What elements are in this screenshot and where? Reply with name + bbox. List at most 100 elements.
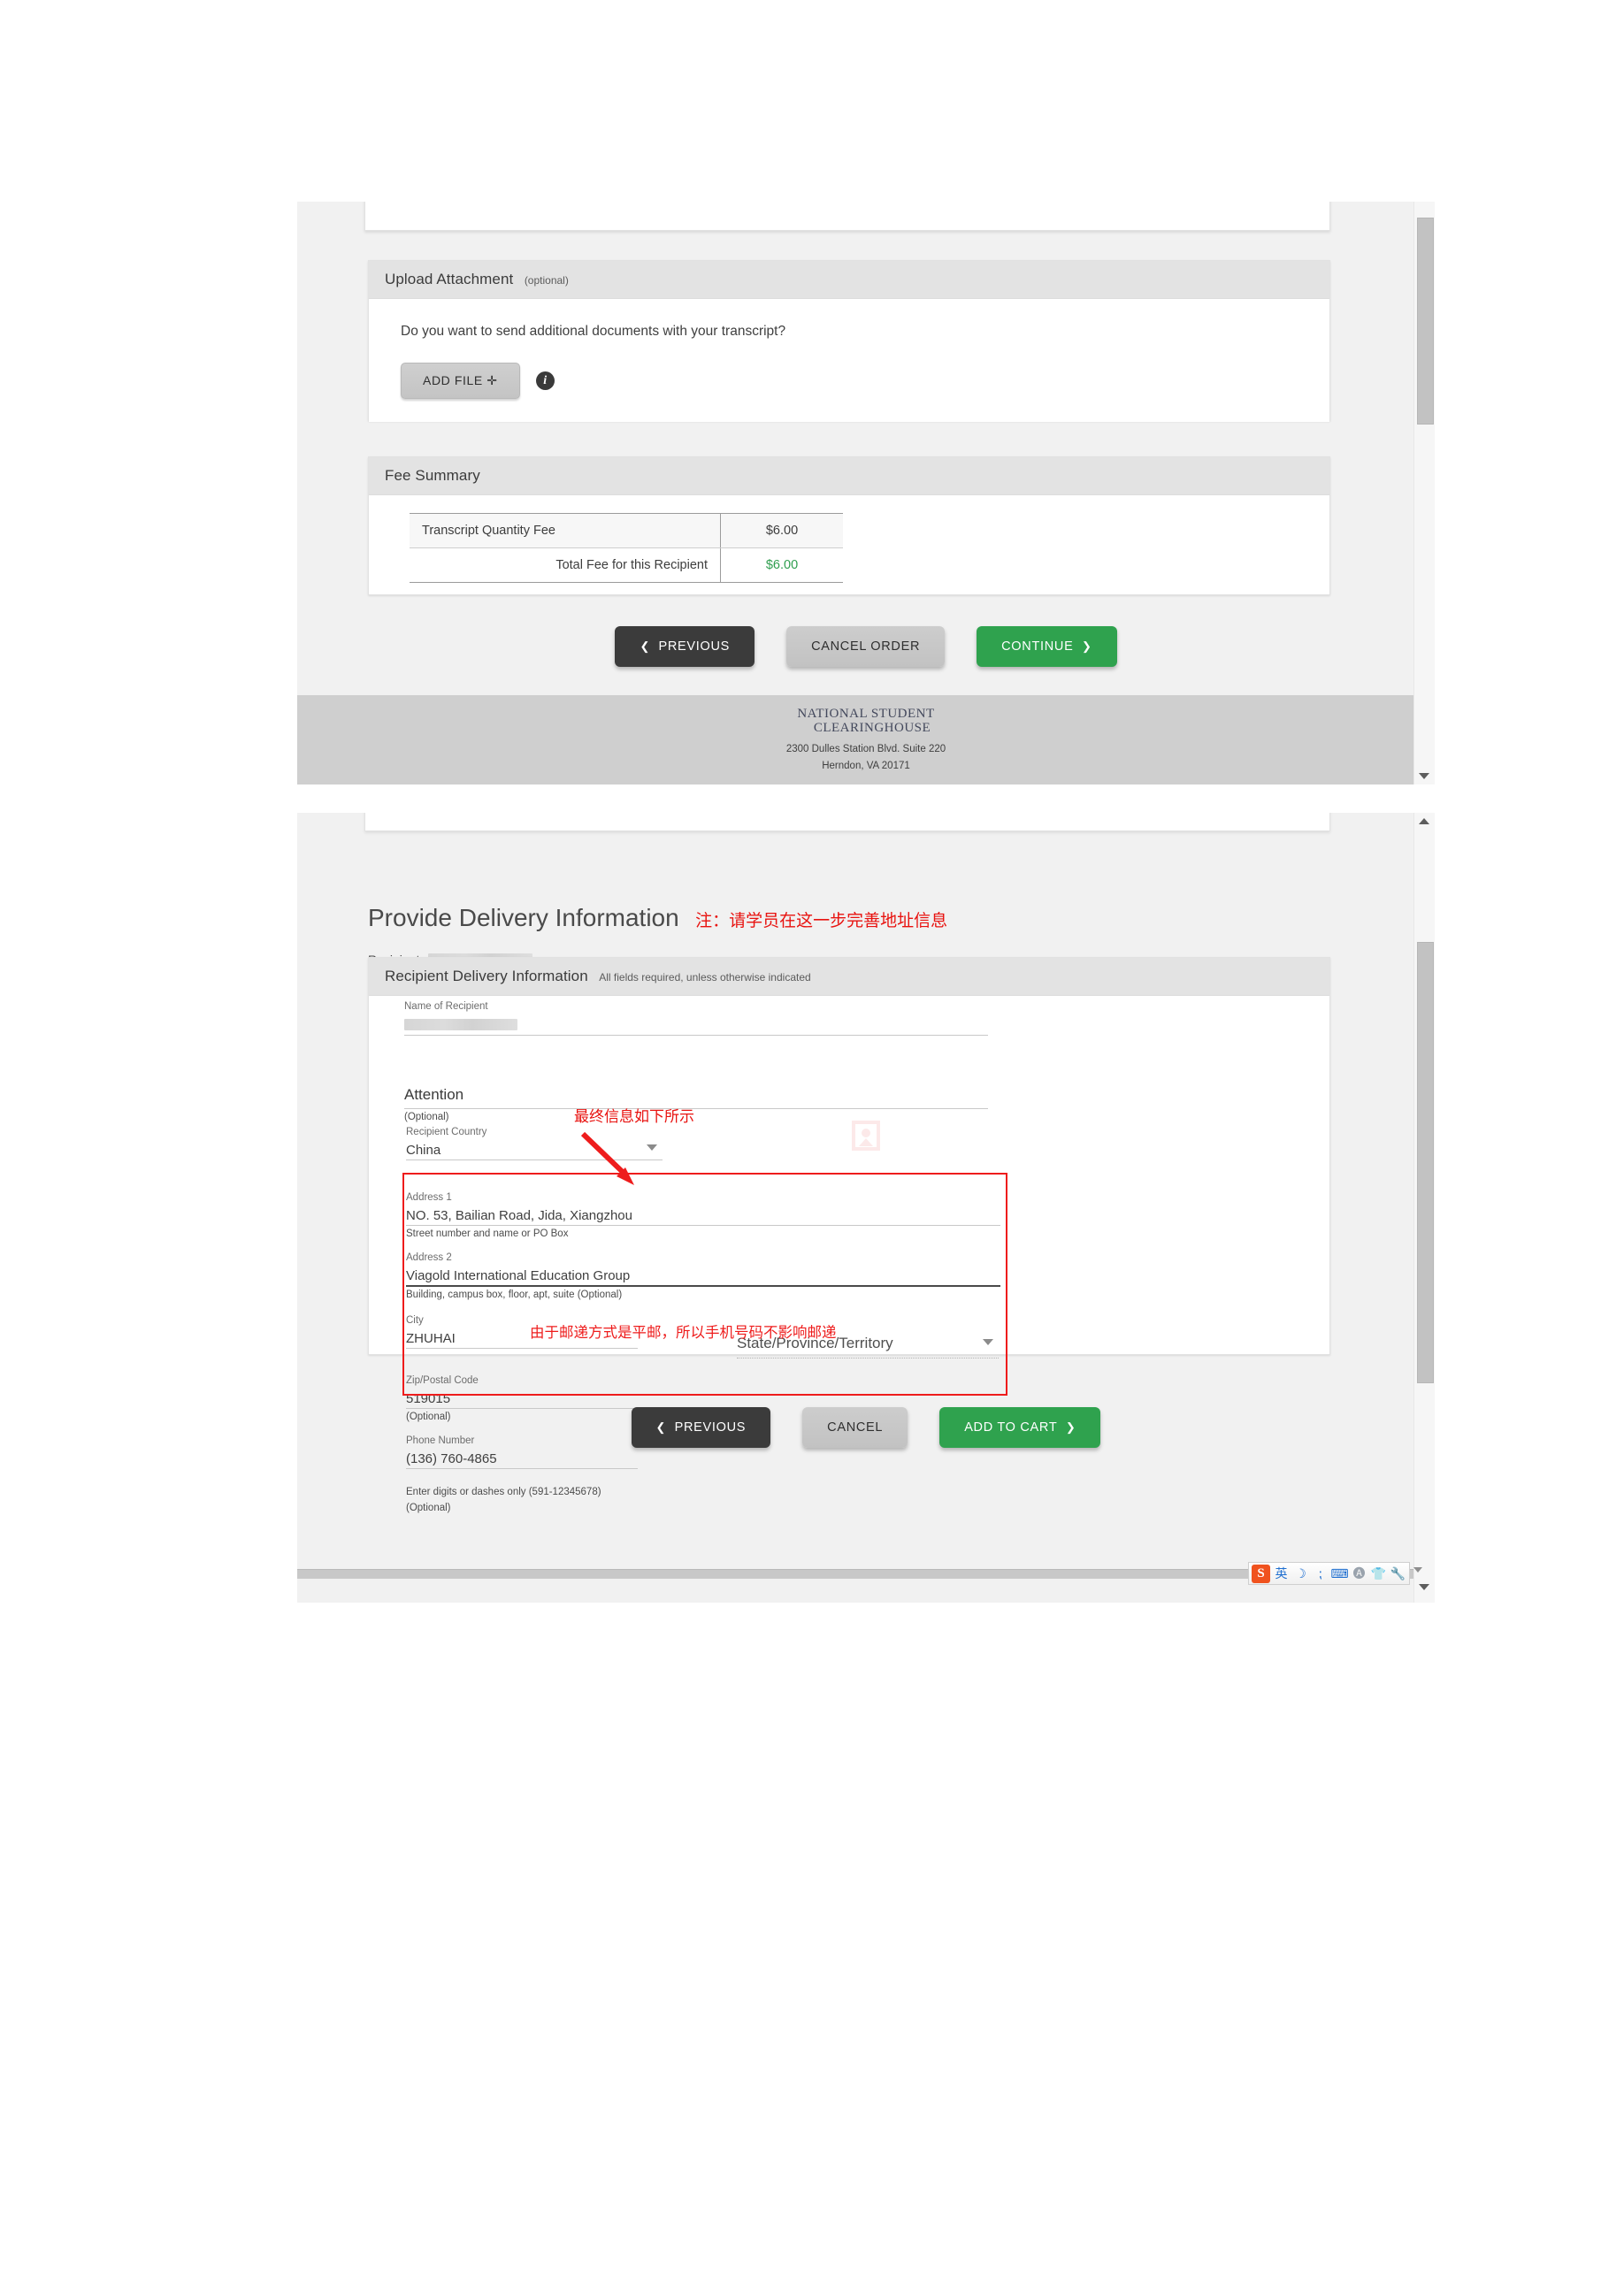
ime-skin-icon[interactable]: 👕 (1370, 1565, 1387, 1582)
fee-summary-header: Fee Summary (369, 457, 1329, 495)
cancel-order-button[interactable]: CANCEL ORDER (786, 626, 946, 667)
zip-value[interactable]: 519015 (406, 1387, 638, 1409)
fee-summary-card: Fee Summary Transcript Quantity Fee $6.0… (368, 456, 1330, 595)
panel2-scrollbar[interactable] (1413, 813, 1435, 1603)
fee-summary-title: Fee Summary (385, 467, 480, 484)
add-to-cart-button[interactable]: ADD TO CART ❯ (939, 1407, 1101, 1448)
previous-section-card-remnant (364, 813, 1330, 831)
upload-attachment-title: Upload Attachment (385, 271, 514, 287)
recipient-delivery-body: Name of Recipient Attention (Optional) R… (369, 996, 1329, 1513)
previous-button[interactable]: ❮ PREVIOUS (631, 1407, 771, 1448)
upload-attachment-card: Upload Attachment (optional) Do you want… (368, 260, 1330, 422)
sogou-logo-icon[interactable]: S (1252, 1564, 1270, 1583)
annotation-phone-note: 由于邮递方式是平邮，所以手机号码不影响邮递 (530, 1324, 837, 1341)
attention-hint: (Optional) (404, 1111, 449, 1122)
upload-attachment-optional: (optional) (524, 274, 569, 287)
panel2-scrollbar-thumb[interactable] (1417, 942, 1434, 1383)
recipient-delivery-header: Recipient Delivery Information All field… (369, 958, 1329, 996)
phone-hint-optional: (Optional) (406, 1502, 451, 1513)
scroll-down-arrow-icon[interactable] (1419, 1584, 1429, 1590)
ime-keyboard-icon[interactable]: ⌨ (1330, 1565, 1348, 1582)
field-attention: Attention (Optional) (404, 1082, 988, 1124)
nsc-logo-line1: NATIONAL STUDENT (797, 706, 935, 721)
previous-section-card-remnant (364, 202, 1330, 231)
address-1-hint: Street number and name or PO Box (406, 1228, 569, 1240)
phone-underline (406, 1468, 638, 1470)
site-footer: NATIONAL STUDENT CLEARINGHOUSE 2300 Dull… (297, 695, 1435, 784)
chevron-right-icon: ❯ (1081, 639, 1092, 653)
phone-hints: Enter digits or dashes only (591-1234567… (406, 1484, 848, 1515)
footer-address-line2: Herndon, VA 20171 (822, 760, 910, 771)
address-1-label: Address 1 (406, 1192, 452, 1203)
address-2-value[interactable]: Viagold International Education Group (406, 1264, 1000, 1286)
add-file-button[interactable]: ADD FILE ✛ (401, 363, 520, 399)
panel1-action-bar: ❮ PREVIOUS CANCEL ORDER CONTINUE ❯ (297, 626, 1435, 667)
cancel-button-label: CANCEL (827, 1420, 884, 1435)
continue-button[interactable]: CONTINUE ❯ (977, 626, 1117, 667)
previous-button[interactable]: ❮ PREVIOUS (615, 626, 755, 667)
previous-button-label: PREVIOUS (674, 1420, 747, 1435)
transcript-order-panel: Upload Attachment (optional) Do you want… (297, 202, 1435, 784)
panel1-scrollbar[interactable] (1413, 202, 1435, 784)
upload-question: Do you want to send additional documents… (401, 324, 786, 339)
ime-language-icon[interactable]: 英 (1273, 1565, 1290, 1582)
ime-voice-input-icon[interactable]: 🅐 (1351, 1565, 1367, 1582)
address-2-hint: Building, campus box, floor, apt, suite … (406, 1290, 623, 1301)
previous-button-label: PREVIOUS (658, 639, 731, 654)
address-2-label: Address 2 (406, 1252, 452, 1263)
page-title-block: Provide Delivery Information 注：请学员在这一步完善… (368, 887, 947, 967)
recipient-delivery-title: Recipient Delivery Information (385, 968, 588, 984)
fee-total-label: Total Fee for this Recipient (410, 547, 721, 583)
annotation-final-info: 最终信息如下所示 (574, 1108, 694, 1126)
table-row: Total Fee for this Recipient $6.00 (410, 547, 843, 583)
cancel-button[interactable]: CANCEL (802, 1407, 908, 1448)
annotation-arrow-icon (580, 1131, 634, 1185)
cancel-order-label: CANCEL ORDER (811, 639, 921, 654)
panel1-scrollbar-thumb[interactable] (1417, 218, 1434, 425)
name-of-recipient-underline (404, 1034, 988, 1036)
continue-button-label: CONTINUE (1001, 639, 1074, 654)
footer-address-line1: 2300 Dulles Station Blvd. Suite 220 (785, 744, 946, 755)
recipient-delivery-information-card: Recipient Delivery Information All field… (368, 957, 1330, 1513)
fee-summary-table: Transcript Quantity Fee $6.00 Total Fee … (410, 513, 843, 583)
ime-expand-arrow-icon[interactable] (1413, 1567, 1422, 1573)
address-1-value[interactable]: NO. 53, Bailian Road, Jida, Xiangzhou (406, 1204, 1000, 1226)
delivery-information-panel: Provide Delivery Information 注：请学员在这一步完善… (297, 813, 1435, 1603)
field-name-of-recipient: Name of Recipient (404, 1001, 988, 1036)
page-title: Provide Delivery Information (368, 903, 679, 931)
scroll-down-arrow-icon[interactable] (1419, 773, 1429, 779)
nsc-logo: NATIONAL STUDENT CLEARINGHOUSE (797, 707, 934, 737)
ime-toolbox-icon[interactable]: 🔧 (1390, 1565, 1406, 1582)
phone-value[interactable]: (136) 760-4865 (406, 1447, 638, 1469)
chevron-left-icon: ❮ (655, 1420, 667, 1434)
name-of-recipient-label: Name of Recipient (404, 1001, 488, 1012)
fee-row-label: Transcript Quantity Fee (410, 513, 721, 548)
upload-attachment-header: Upload Attachment (optional) (369, 261, 1329, 299)
add-to-cart-label: ADD TO CART (964, 1420, 1058, 1435)
field-address-1: Address 1 NO. 53, Bailian Road, Jida, Xi… (406, 1192, 1000, 1242)
chevron-down-icon[interactable] (983, 1339, 993, 1345)
info-icon[interactable]: i (535, 371, 555, 390)
scroll-up-arrow-icon[interactable] (1419, 818, 1429, 824)
panel2-action-bar: ❮ PREVIOUS CANCEL ADD TO CART ❯ (297, 1407, 1435, 1448)
fee-row-value: $6.00 (720, 513, 843, 548)
add-file-row: ADD FILE ✛ i (401, 363, 1305, 399)
chevron-right-icon: ❯ (1065, 1420, 1076, 1434)
recipient-delivery-subtitle: All fields required, unless otherwise in… (599, 971, 811, 983)
name-of-recipient-value[interactable] (404, 1013, 988, 1035)
ime-punctuation-icon[interactable]: ⁏ (1312, 1565, 1329, 1582)
fee-summary-body: Transcript Quantity Fee $6.00 Total Fee … (369, 495, 1329, 583)
annotation-title-note: 注：请学员在这一步完善地址信息 (695, 910, 948, 930)
attention-label: Attention (404, 1086, 464, 1103)
chevron-left-icon: ❮ (640, 639, 651, 653)
ime-moon-icon[interactable]: ☽ (1292, 1565, 1309, 1582)
fee-total-value: $6.00 (720, 547, 843, 583)
sogou-ime-toolbar[interactable]: S 英 ☽ ⁏ ⌨ 🅐 👕 🔧 (1248, 1562, 1410, 1585)
document-watermark-icon (852, 1121, 880, 1151)
city-underline (406, 1348, 638, 1350)
phone-hint-format: Enter digits or dashes only (591-1234567… (406, 1487, 601, 1497)
field-address-2: Address 2 Viagold International Educatio… (406, 1252, 1000, 1303)
name-of-recipient-redacted (404, 1019, 517, 1031)
zip-label: Zip/Postal Code (406, 1375, 479, 1386)
table-row: Transcript Quantity Fee $6.00 (410, 513, 843, 548)
